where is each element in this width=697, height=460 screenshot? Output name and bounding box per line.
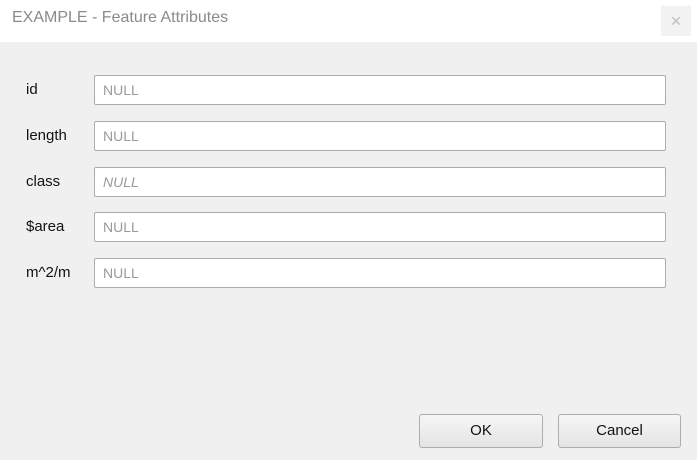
field-label-length: length xyxy=(26,127,67,144)
title-bar: EXAMPLE - Feature Attributes ✕ xyxy=(0,0,697,42)
window-title: EXAMPLE - Feature Attributes xyxy=(12,9,229,26)
length-field[interactable] xyxy=(94,121,666,151)
field-row-area: $area xyxy=(0,212,697,244)
m2m-field[interactable] xyxy=(94,258,666,288)
close-button[interactable]: ✕ xyxy=(661,6,691,36)
field-label-class: class xyxy=(26,173,61,190)
id-field[interactable] xyxy=(94,75,666,105)
field-row-length: length xyxy=(0,121,697,153)
field-label-area: $area xyxy=(26,218,65,235)
field-row-m2m: m^2/m xyxy=(0,258,697,290)
field-row-class: class xyxy=(0,167,697,199)
cancel-button[interactable]: Cancel xyxy=(558,414,681,448)
area-field[interactable] xyxy=(94,212,666,242)
ok-button[interactable]: OK xyxy=(419,414,543,448)
class-field[interactable] xyxy=(94,167,666,197)
field-row-id: id xyxy=(0,75,697,107)
close-icon: ✕ xyxy=(670,13,682,29)
feature-attributes-dialog: EXAMPLE - Feature Attributes ✕ id length… xyxy=(0,0,697,460)
field-label-id: id xyxy=(26,81,38,98)
field-label-m2m: m^2/m xyxy=(26,264,71,281)
